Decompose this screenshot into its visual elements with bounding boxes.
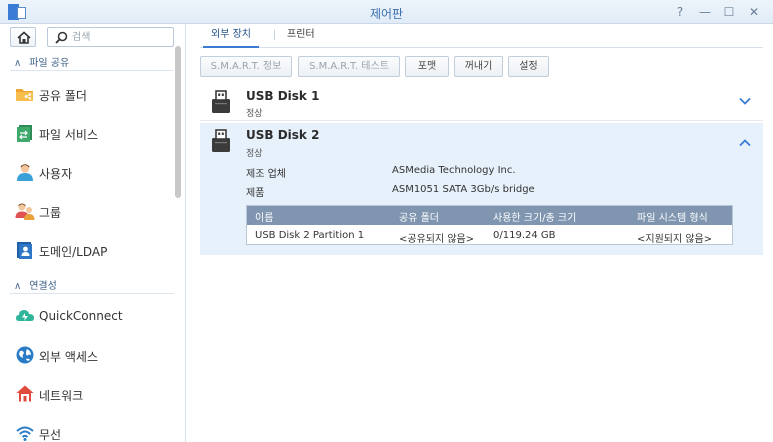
sidebar-item-label: 무선 <box>39 428 62 442</box>
tab-printer[interactable]: 프린터 <box>279 28 323 48</box>
sidebar-item-label: 파일 서비스 <box>39 128 99 142</box>
file-services-icon <box>17 125 32 142</box>
section-label: 연결성 <box>29 281 57 292</box>
shared-folder-icon <box>16 89 33 101</box>
eject-button[interactable]: 꺼내기 <box>454 56 503 77</box>
product-value: ASM1051 SATA 3Gb/s bridge <box>392 184 535 195</box>
disk-row-usb-disk-2[interactable]: USB Disk 2 정상 제조 업체 ASMedia Technology I… <box>200 123 763 255</box>
column-header-used-total-size[interactable]: 사용한 크기/총 크기 <box>493 209 576 224</box>
window-title: 제어판 <box>369 7 404 21</box>
usb-drive-icon <box>212 90 230 113</box>
network-icon <box>16 385 34 402</box>
column-header-file-system[interactable]: 파일 시스템 형식 <box>637 209 708 224</box>
sidebar-item-file-services[interactable]: 파일 서비스 <box>10 118 174 148</box>
tab-external-devices[interactable]: 외부 장치 <box>203 28 259 48</box>
column-header-name[interactable]: 이름 <box>255 209 273 224</box>
disk-name: USB Disk 2 <box>246 128 320 142</box>
sidebar-item-group[interactable]: 그룹 <box>10 196 174 226</box>
disk-status: 정상 <box>246 149 263 159</box>
sidebar-item-label: 공유 폴더 <box>39 89 87 103</box>
smart-test-button[interactable]: S.M.A.R.T. 테스트 <box>298 56 400 77</box>
title-bar: 제어판 ? — ☐ ✕ <box>0 0 773 24</box>
sidebar-item-network[interactable]: 네트워크 <box>10 379 174 409</box>
section-label: 파일 공유 <box>29 58 70 69</box>
chevron-up-icon: ∧ <box>14 58 22 69</box>
home-button[interactable] <box>10 27 36 47</box>
sidebar-item-label: 그룹 <box>39 206 62 220</box>
column-header-shared-folder[interactable]: 공유 폴더 <box>399 209 439 224</box>
external-access-icon <box>16 346 34 364</box>
chevron-up-icon[interactable] <box>739 139 751 147</box>
format-button[interactable]: 포맷 <box>405 56 449 77</box>
smart-info-button[interactable]: S.M.A.R.T. 정보 <box>200 56 292 77</box>
chevron-down-icon[interactable] <box>739 97 751 105</box>
minimize-button[interactable]: — <box>696 3 714 21</box>
sidebar-item-user[interactable]: 사용자 <box>10 157 174 187</box>
partition-table: 이름 공유 폴더 사용한 크기/총 크기 파일 시스템 형식 USB Disk … <box>246 205 733 245</box>
section-header-file-sharing[interactable]: ∧ 파일 공유 <box>14 54 69 69</box>
partition-name: USB Disk 2 Partition 1 <box>255 230 365 241</box>
search-icon <box>55 31 68 44</box>
sidebar-item-external-access[interactable]: 외부 액세스 <box>10 340 174 370</box>
close-button[interactable]: ✕ <box>745 3 763 21</box>
partition-file-system: <지원되지 않음> <box>637 234 713 245</box>
chevron-up-icon: ∧ <box>14 281 22 292</box>
partition-size: 0/119.24 GB <box>493 230 556 241</box>
sidebar-item-label: 사용자 <box>39 167 73 181</box>
sidebar-item-label: QuickConnect <box>39 309 123 323</box>
disk-status: 정상 <box>246 109 263 119</box>
help-button[interactable]: ? <box>671 3 689 21</box>
search-input[interactable] <box>72 30 170 45</box>
wireless-icon <box>16 426 34 441</box>
domain-ldap-icon <box>17 242 32 259</box>
disk-row-usb-disk-1[interactable]: USB Disk 1 정상 <box>200 84 763 121</box>
disk-name: USB Disk 1 <box>246 89 320 103</box>
tab-bar: 외부 장치 프린터 <box>200 24 763 48</box>
sidebar: ∧ 파일 공유 공유 폴더 파일 서비스 사용자 <box>0 24 186 442</box>
partition-shared-folder: <공유되지 않음> <box>399 234 475 245</box>
sidebar-item-label: 도메인/LDAP <box>39 245 108 259</box>
sidebar-item-wireless[interactable]: 무선 <box>10 418 174 442</box>
group-icon <box>15 203 35 220</box>
quickconnect-icon <box>16 310 34 321</box>
sidebar-item-label: 외부 액세스 <box>39 350 99 364</box>
search-box <box>47 27 174 47</box>
sidebar-item-domain-ldap[interactable]: 도메인/LDAP <box>10 235 174 265</box>
product-label: 제품 <box>246 188 265 199</box>
main-panel: 외부 장치 프린터 S.M.A.R.T. 정보 S.M.A.R.T. 테스트 포… <box>187 24 773 442</box>
user-icon <box>17 164 33 181</box>
section-header-connectivity[interactable]: ∧ 연결성 <box>14 277 57 292</box>
settings-button[interactable]: 설정 <box>508 56 549 77</box>
usb-drive-icon <box>212 129 230 152</box>
sidebar-scrollbar[interactable] <box>175 46 181 198</box>
manufacturer-value: ASMedia Technology Inc. <box>392 165 516 176</box>
manufacturer-label: 제조 업체 <box>246 169 286 180</box>
partition-table-header: 이름 공유 폴더 사용한 크기/총 크기 파일 시스템 형식 <box>247 206 732 225</box>
sidebar-item-quickconnect[interactable]: QuickConnect <box>10 301 174 331</box>
home-icon <box>17 31 31 44</box>
maximize-button[interactable]: ☐ <box>720 3 738 21</box>
sidebar-item-label: 네트워크 <box>39 389 84 403</box>
sidebar-item-shared-folder[interactable]: 공유 폴더 <box>10 79 174 109</box>
